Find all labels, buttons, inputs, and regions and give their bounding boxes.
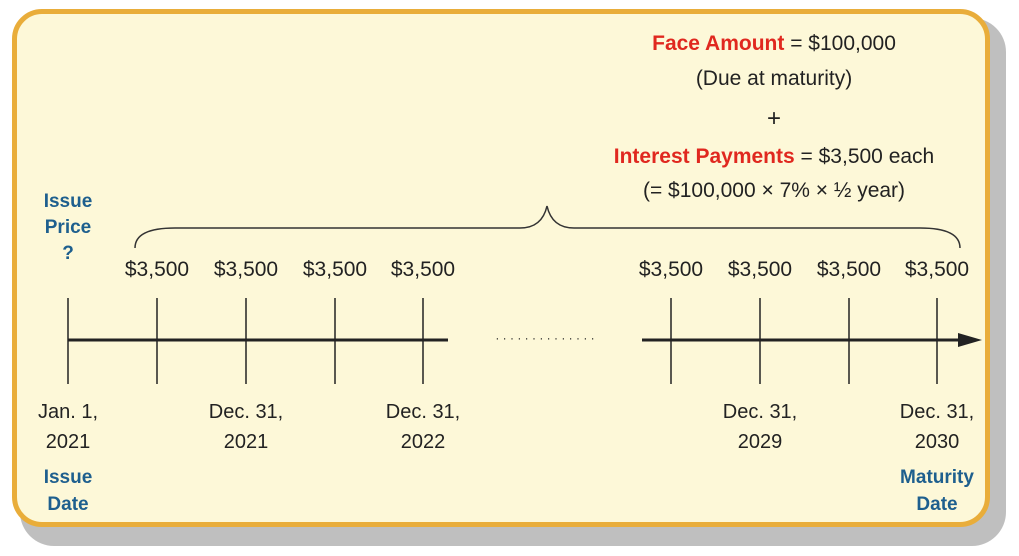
date-label-line1: Jan. 1,	[37, 401, 99, 423]
interest-formula: (= $100,000 × 7% × ½ year)	[642, 179, 906, 202]
maturity-date-line1: Maturity	[900, 467, 974, 488]
payments-brace	[134, 205, 961, 249]
interest-payments-label: Interest Payments	[613, 145, 795, 168]
face-amount-line: Face Amount = $100,000	[652, 33, 896, 54]
payment-amount: $3,500	[727, 258, 793, 281]
date-label-line2: 2021	[45, 431, 91, 453]
date-label-line2: 2022	[400, 431, 446, 453]
face-amount-note: (Due at maturity)	[695, 67, 853, 90]
interest-payments-value: = $3,500 each	[800, 145, 935, 168]
payment-amount: $3,500	[816, 258, 882, 281]
date-label-line1: Dec. 31,	[899, 401, 975, 423]
date-label-line2: 2029	[737, 431, 783, 453]
payment-amount: $3,500	[904, 258, 970, 281]
timeline-ellipsis: · · · · · · · · · · · · · ·	[495, 331, 595, 345]
date-label-line1: Dec. 31,	[208, 401, 284, 423]
payment-amount: $3,500	[124, 258, 190, 281]
interest-payments-line: Interest Payments = $3,500 each	[614, 146, 934, 167]
date-label-line2: 2030	[914, 431, 960, 453]
payment-amount: $3,500	[390, 258, 456, 281]
date-label-line1: Dec. 31,	[385, 401, 461, 423]
date-label-line2: 2021	[223, 431, 269, 453]
timeline-arrowhead	[958, 333, 982, 347]
issue-price-line1: Issue	[43, 191, 93, 212]
payment-amount: $3,500	[638, 258, 704, 281]
payment-amount: $3,500	[302, 258, 368, 281]
face-amount-label: Face Amount	[652, 32, 785, 55]
issue-price-question: ?	[62, 243, 74, 264]
issue-price-line2: Price	[44, 217, 92, 238]
plus-sign: +	[766, 105, 782, 132]
face-amount-value: = $100,000	[790, 32, 896, 55]
date-label-line1: Dec. 31,	[722, 401, 798, 423]
issue-date-line1: Issue	[43, 467, 93, 488]
issue-date-line2: Date	[47, 494, 89, 515]
payment-amount: $3,500	[213, 258, 279, 281]
maturity-date-line2: Date	[916, 494, 958, 515]
